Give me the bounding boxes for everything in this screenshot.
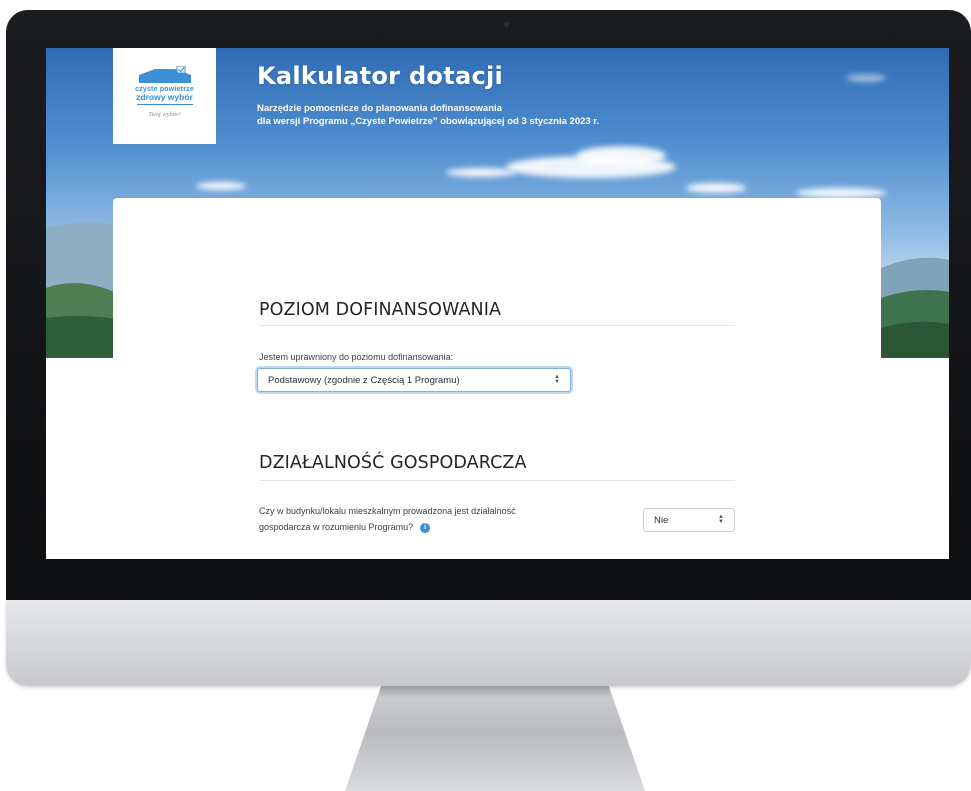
cloud (686, 183, 746, 193)
cloud (796, 188, 886, 198)
page-subtitle-line1: Narzędzie pomocnicze do planowania dofin… (257, 103, 502, 114)
camera-dot (504, 22, 509, 27)
monitor-stand-shadow (378, 686, 612, 698)
page-subtitle-line2: dla wersji Programu „Czyste Powietrze” o… (257, 116, 600, 127)
program-logo[interactable]: czyste powietrze zdrowy wybór Twój wybór… (113, 48, 216, 144)
section-title-funding-level: POZIOM DOFINANSOWANIA (259, 300, 502, 320)
funding-level-select-value: Podstawowy (zgodnie z Częścią 1 Programu… (268, 374, 460, 386)
logo-tagline: Twój wybór! (148, 111, 181, 118)
funding-level-select[interactable]: Podstawowy (zgodnie z Częścią 1 Programu… (257, 368, 571, 392)
funding-level-label: Jestem uprawniony do poziomu dofinansowa… (259, 352, 454, 362)
business-activity-select-value: Nie (654, 514, 669, 526)
house-check-icon (138, 66, 191, 83)
monitor-chin (6, 600, 971, 686)
cloud (196, 182, 246, 190)
select-arrows-icon: ▲ ▼ (718, 514, 724, 525)
cloud (446, 168, 516, 177)
business-activity-select[interactable]: Nie ▲ ▼ (643, 508, 735, 532)
page-title: Kalkulator dotacji (257, 62, 504, 90)
calculator-card: POZIOM DOFINANSOWANIA Jestem uprawniony … (113, 198, 881, 559)
select-arrows-icon: ▲ ▼ (554, 374, 560, 385)
cloud (576, 146, 666, 166)
business-question-line1: Czy w budynku/lokalu mieszkalnym prowadz… (259, 506, 516, 516)
screen: czyste powietrze zdrowy wybór Twój wybór… (46, 48, 949, 559)
cloud (846, 74, 886, 82)
monitor-stand (345, 686, 645, 791)
section-divider (259, 480, 735, 481)
business-question: Czy w budynku/lokalu mieszkalnym prowadz… (259, 503, 599, 535)
info-icon[interactable]: i (420, 522, 431, 533)
section-title-business: DZIAŁALNOŚĆ GOSPODARCZA (259, 453, 527, 473)
section-divider (259, 325, 735, 326)
business-question-line2: gospodarcza w rozumieniu Programu? (259, 522, 414, 532)
logo-text-line2: zdrowy wybór (136, 92, 193, 102)
logo-divider (136, 104, 193, 105)
